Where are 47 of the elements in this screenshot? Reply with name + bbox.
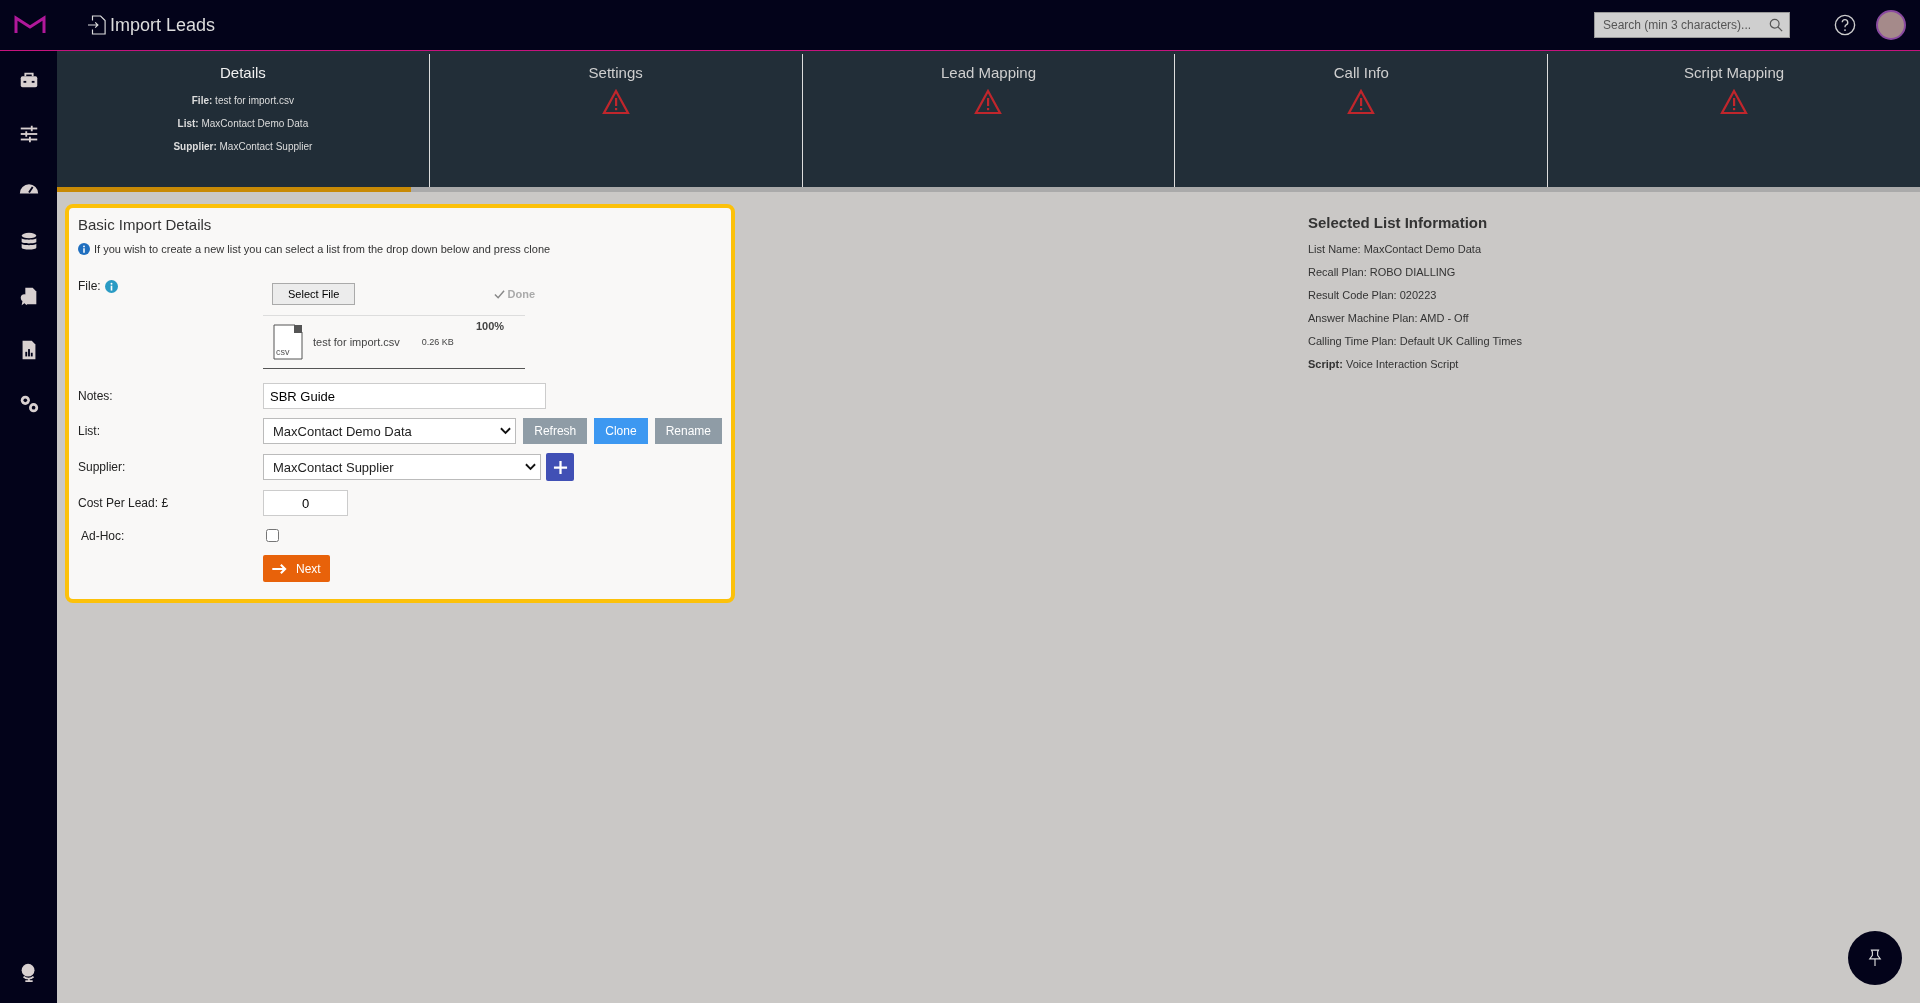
page-title: Import Leads [110, 14, 216, 36]
upload-percent: 100% [476, 320, 505, 332]
file-size: 0.26 KB [421, 337, 454, 347]
file-name: test for import.csv [313, 336, 400, 348]
pin-button[interactable] [1848, 931, 1902, 985]
step-detail: List: MaxContact Demo Data [177, 118, 309, 129]
add-supplier-button[interactable] [546, 453, 574, 481]
info-text: If you wish to create a new list you can select a list from the drop down below and press clone [94, 243, 551, 255]
status-text: Done [507, 288, 535, 300]
supplier-dropdown[interactable]: MaxContact Supplier [263, 454, 541, 480]
chevron-icon [500, 427, 512, 435]
info-line: Script: Voice Interaction Script [1308, 358, 1460, 370]
info-line: Recall Plan: ROBO DIALLING [1308, 266, 1457, 278]
card-title: Basic Import Details [78, 216, 213, 233]
list-dropdown[interactable]: MaxContact Demo Data [263, 418, 517, 444]
select-file-button[interactable]: Select File [272, 283, 356, 305]
step-tab[interactable]: Script Mapping [1548, 54, 1920, 187]
field-label: File: [78, 279, 101, 293]
step-detail: File: test for import.csv [191, 95, 294, 106]
field-label: Cost Per Lead: £ [78, 496, 169, 510]
info-line: Answer Machine Plan: AMD - Off [1308, 312, 1470, 324]
field-label: List: [78, 424, 100, 438]
info-line: Result Code Plan: 020223 [1308, 289, 1438, 301]
chevron-icon [525, 463, 536, 471]
info-icon [104, 279, 118, 293]
info-icon [78, 243, 90, 255]
info-line: Calling Time Plan: Default UK Calling Times [1308, 335, 1522, 347]
search-icon [1769, 18, 1783, 32]
cost-field[interactable]: 0 [263, 490, 348, 516]
field-label: Ad-Hoc: [81, 528, 125, 543]
arrow-right-icon [272, 562, 288, 575]
section-title: Selected List Information [1308, 214, 1489, 231]
step-detail: Supplier: MaxContact Supplier [173, 141, 313, 152]
info-line: List Name: MaxContact Demo Data [1308, 243, 1482, 255]
pin-icon [1868, 949, 1882, 967]
file-icon: csv [273, 324, 303, 360]
user-avatar[interactable] [1876, 10, 1906, 40]
field-label: Supplier: [78, 460, 126, 474]
field-label: Notes: [78, 389, 113, 403]
file-import-icon [88, 15, 106, 35]
search-field[interactable]: Search (min 3 characters)... [1594, 12, 1790, 38]
check-icon [493, 288, 505, 300]
plus-icon [552, 459, 568, 475]
adhoc-checkbox[interactable] [266, 529, 279, 542]
notes-field[interactable]: SBR Guide [263, 383, 546, 409]
logo-icon [14, 15, 46, 35]
help-icon[interactable] [1834, 14, 1856, 36]
